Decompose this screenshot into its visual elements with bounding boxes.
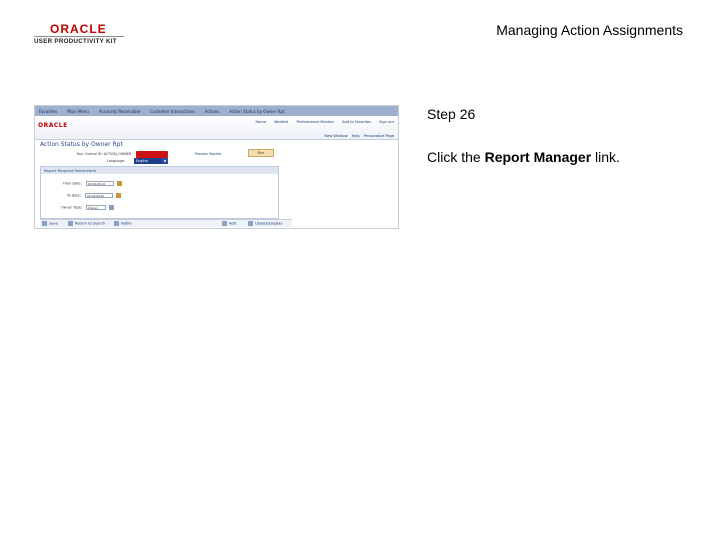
instruction-target: Report Manager [484, 149, 592, 165]
language-select[interactable]: English ▼ [134, 158, 168, 164]
personalize-page-link[interactable]: Personalize Page [364, 134, 394, 138]
run-button[interactable]: Run [248, 149, 274, 157]
menu-item[interactable]: Action Status by Owner Rpt [229, 109, 284, 114]
chevron-down-icon: ▼ [162, 158, 168, 164]
save-button[interactable]: Save [42, 221, 58, 226]
from-date-label: From Date: [63, 181, 82, 186]
logo-upk-text: USER PRODUCTIVITY KIT [34, 38, 117, 45]
screenshot-action-bar: Save Return to Search Notify Add Update/… [40, 219, 292, 227]
application-screenshot: Favorites Main Menu Accounts Receivable … [34, 105, 399, 229]
from-date-field: From Date: 01/01/2010 [63, 181, 122, 186]
return-to-search-button[interactable]: Return to Search [68, 221, 105, 226]
update-display-button[interactable]: Update/Display [248, 221, 282, 226]
process-monitor-link[interactable]: Process Monitor [195, 152, 222, 156]
screenshot-page-title: Action Status by Owner Rpt [40, 141, 123, 148]
calendar-icon[interactable] [116, 181, 122, 186]
logo-oracle-text: ORACLE [50, 22, 107, 36]
add-button[interactable]: Add [222, 221, 236, 226]
language-value: English [136, 159, 149, 163]
instruction-suffix: link. [591, 149, 620, 165]
screenshot-oracle-logo: ORACLE [38, 122, 68, 129]
help-link[interactable]: Help [352, 134, 360, 138]
language-label: Language: [107, 159, 125, 163]
to-date-label: To Date: [67, 193, 81, 198]
add-icon [222, 221, 227, 226]
document-title: Managing Action Assignments [496, 22, 683, 38]
owner-type-label: Owner Type: [61, 205, 83, 210]
logo-divider [34, 36, 124, 37]
from-date-input[interactable]: 01/01/2010 [85, 181, 114, 186]
new-window-link[interactable]: New Window [324, 134, 347, 138]
screenshot-menu-bar: Favorites Main Menu Accounts Receivable … [35, 106, 398, 116]
performance-monitor-link[interactable]: Performance Monitor [296, 120, 334, 124]
home-link[interactable]: Home [255, 120, 266, 124]
to-date-field: To Date: 01/31/2010 [67, 193, 122, 198]
screenshot-top-links: Home Worklist Performance Monitor Add to… [255, 120, 394, 124]
save-icon [42, 221, 47, 226]
run-control-value: ACTION_OWNER [103, 152, 132, 156]
owner-type-input[interactable]: Owner [86, 205, 107, 210]
notify-button[interactable]: Notify [114, 221, 132, 226]
report-parameters-panel: Report Request Parameters From Date: 01/… [40, 166, 279, 219]
run-control-row: Run Control ID: ACTION_OWNER [77, 152, 131, 156]
menu-item[interactable]: Accounts Receivable [99, 109, 140, 114]
run-control-label: Run Control ID: [77, 152, 103, 156]
worklist-link[interactable]: Worklist [274, 120, 288, 124]
menu-item[interactable]: Actions [205, 109, 220, 114]
report-manager-link[interactable] [136, 151, 168, 158]
step-number: Step 26 [427, 106, 476, 122]
notify-icon [114, 221, 119, 226]
instruction-prefix: Click the [427, 149, 485, 165]
menu-item[interactable]: Favorites [39, 109, 57, 114]
update-icon [248, 221, 253, 226]
step-instruction: Click the Report Manager link. [427, 149, 620, 165]
lookup-icon[interactable] [109, 205, 115, 210]
to-date-input[interactable]: 01/31/2010 [84, 193, 113, 198]
menu-item[interactable]: Customer Interactions [150, 109, 195, 114]
screenshot-page-links: New Window Help Personalize Page [324, 134, 394, 138]
calendar-icon[interactable] [116, 193, 122, 198]
oracle-upk-logo: ORACLE USER PRODUCTIVITY KIT [34, 22, 124, 48]
return-icon [68, 221, 73, 226]
menu-item[interactable]: Main Menu [67, 109, 89, 114]
report-parameters-header: Report Request Parameters [41, 167, 278, 174]
sign-out-link[interactable]: Sign out [379, 120, 394, 124]
add-to-favorites-link[interactable]: Add to Favorites [342, 120, 371, 124]
owner-type-field: Owner Type: Owner [61, 205, 115, 210]
